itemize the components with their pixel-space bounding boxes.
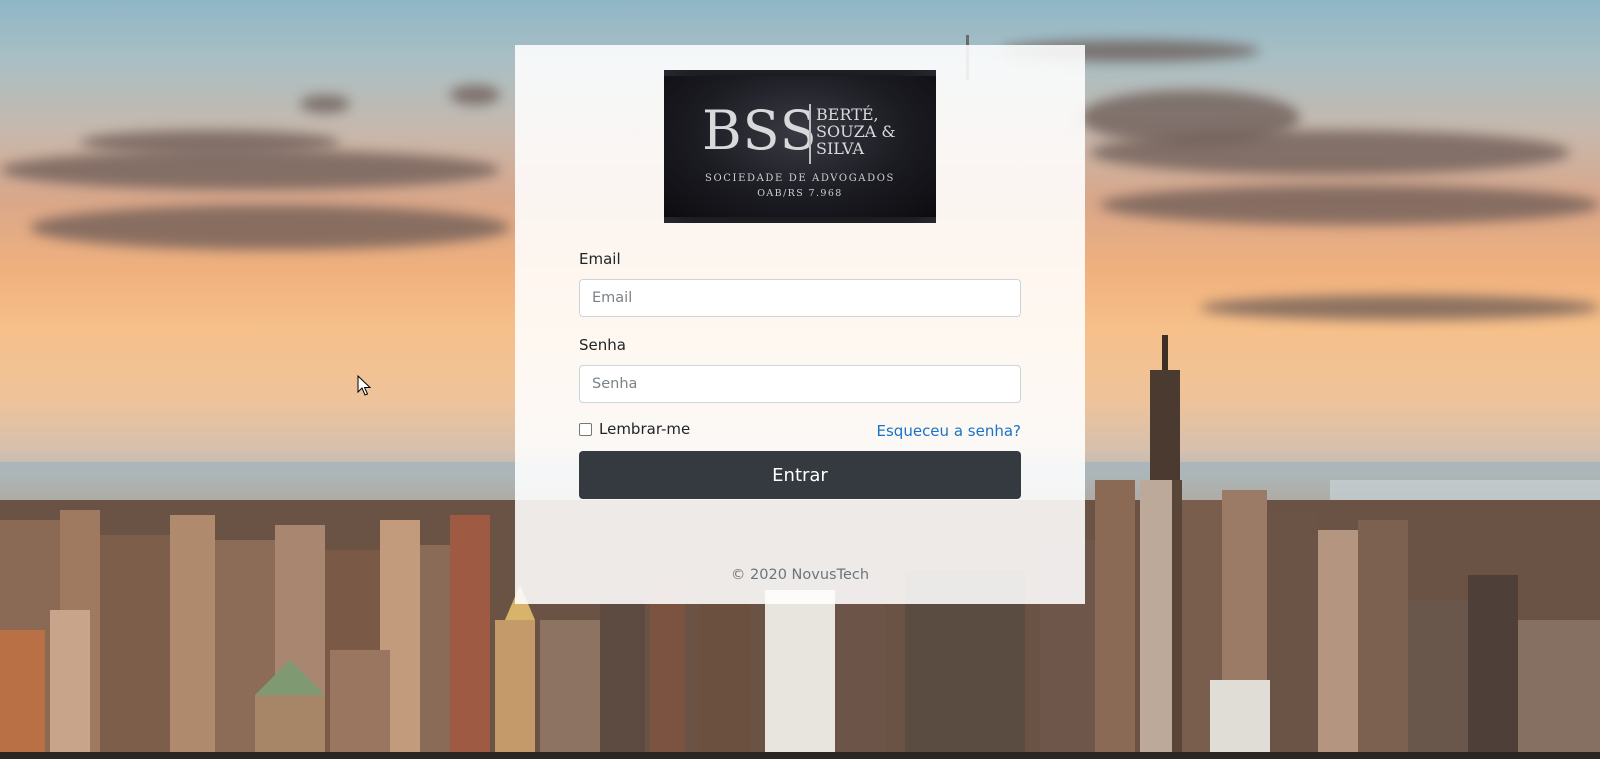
login-button[interactable]: Entrar — [579, 451, 1021, 499]
logo-name: SOUZA & — [816, 122, 896, 141]
bottom-bar — [0, 752, 1600, 759]
password-field[interactable] — [579, 365, 1021, 403]
login-card: BSS BERTÉ, SOUZA & SILVA SOCIEDADE DE AD… — [515, 45, 1085, 604]
remember-checkbox[interactable] — [579, 422, 592, 436]
password-label: Senha — [579, 336, 626, 354]
logo-panel: BSS BERTÉ, SOUZA & SILVA SOCIEDADE DE AD… — [664, 76, 936, 217]
email-label: Email — [579, 250, 621, 268]
logo-name: BERTÉ, — [816, 105, 879, 124]
logo-names: BERTÉ, SOUZA & SILVA — [816, 106, 896, 157]
forgot-password-link[interactable]: Esqueceu a senha? — [877, 422, 1021, 440]
remember-label[interactable]: Lembrar-me — [599, 420, 690, 438]
remember-me[interactable]: Lembrar-me — [579, 420, 690, 438]
copyright-footer: © 2020 NovusTech — [730, 567, 870, 583]
company-logo: BSS BERTÉ, SOUZA & SILVA SOCIEDADE DE AD… — [664, 70, 936, 223]
mouse-pointer-icon — [357, 375, 371, 396]
logo-divider — [809, 104, 811, 164]
email-field[interactable] — [579, 279, 1021, 317]
logo-name: SILVA — [816, 139, 865, 158]
logo-subtitle: SOCIEDADE DE ADVOGADOS — [705, 173, 895, 184]
logo-mark: BSS — [702, 99, 818, 162]
logo-registration: OAB/RS 7.968 — [757, 188, 843, 199]
